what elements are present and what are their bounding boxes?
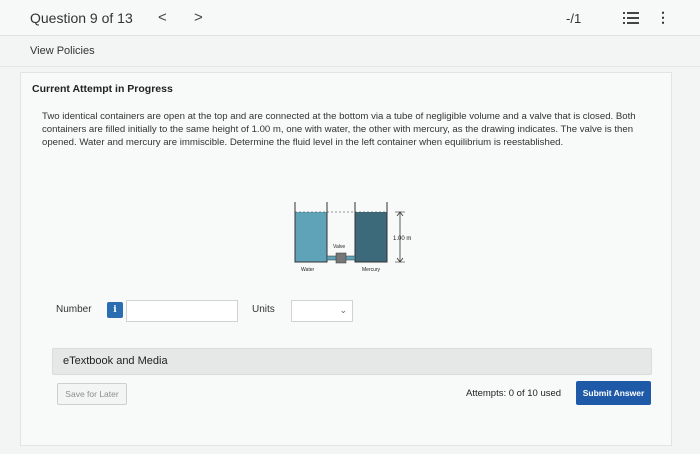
water-fill (295, 212, 327, 262)
submit-answer-button[interactable]: Submit Answer (576, 381, 651, 405)
containers-diagram: 1.00 m Valve Water Mercury (294, 202, 411, 273)
question-counter: Question 9 of 13 (30, 10, 133, 26)
etextbook-media-bar[interactable]: eTextbook and Media (52, 348, 652, 375)
number-input[interactable] (126, 300, 238, 322)
question-text: Two identical containers are open at the… (42, 110, 662, 149)
next-question-button[interactable]: > (194, 9, 203, 26)
view-policies-link[interactable]: View Policies (30, 45, 95, 57)
top-bar: Question 9 of 13 < > -/1 ⋮ (0, 0, 700, 36)
valve (335, 252, 347, 264)
valve-label: Valve (333, 244, 345, 250)
number-label: Number (56, 304, 92, 315)
units-select[interactable]: ⌄ (291, 300, 353, 322)
chevron-down-icon: ⌄ (339, 305, 347, 315)
previous-question-button[interactable]: < (158, 9, 167, 26)
height-label: 1.00 m (393, 236, 411, 242)
score: -/1 (566, 11, 582, 26)
save-for-later-button[interactable]: Save for Later (57, 383, 127, 405)
mercury-label: Mercury (362, 267, 381, 273)
mercury-fill (355, 212, 387, 262)
water-label: Water (301, 267, 314, 273)
units-label: Units (252, 304, 275, 315)
info-icon[interactable]: i (107, 302, 123, 318)
attempt-status: Current Attempt in Progress (32, 83, 173, 95)
divider (0, 66, 700, 67)
more-vertical-icon[interactable]: ⋮ (656, 10, 670, 24)
list-icon[interactable] (623, 11, 639, 25)
attempts-count: Attempts: 0 of 10 used (466, 388, 562, 399)
